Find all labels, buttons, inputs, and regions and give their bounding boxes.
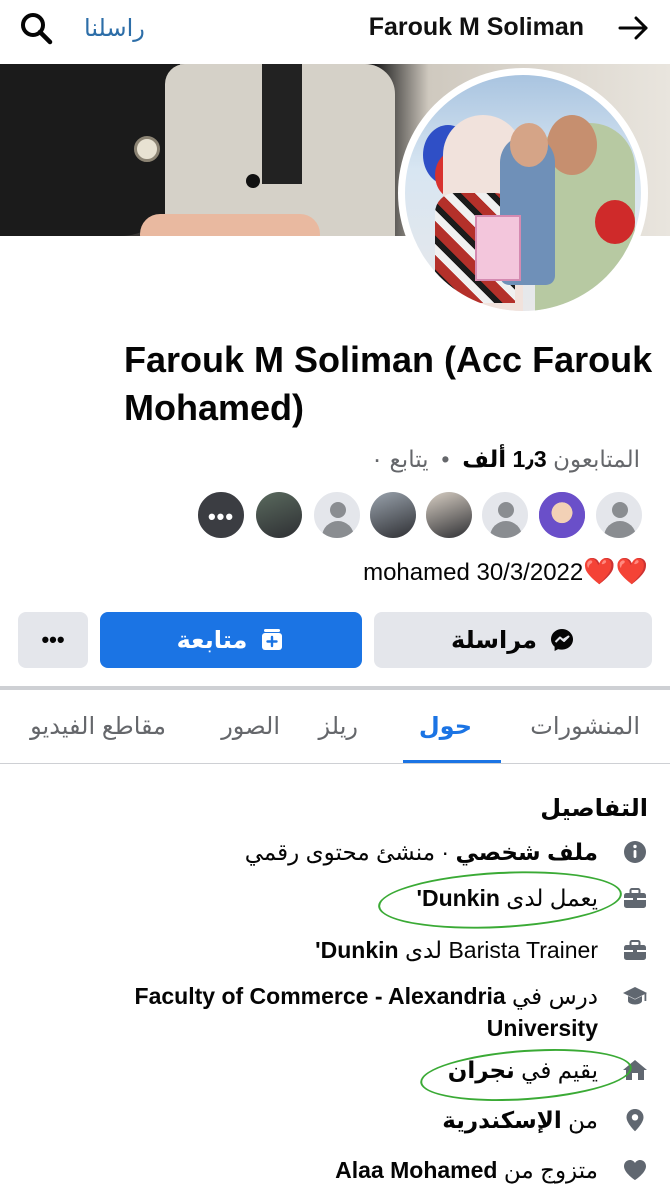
tabs-divider <box>0 763 670 764</box>
detail-row-text: يعمل لدى <box>499 885 598 911</box>
detail-row-text: متزوج من <box>497 1157 598 1183</box>
briefcase-icon <box>624 940 646 960</box>
detail-row-text: درس في <box>505 983 598 1009</box>
detail-row-strong: نجران <box>447 1057 515 1083</box>
profile-picture[interactable] <box>398 68 648 318</box>
tab-1[interactable]: حول <box>419 712 472 741</box>
graduation-cap-icon <box>623 987 647 1005</box>
more-dots: ••• <box>207 504 235 529</box>
more-followers-avatar[interactable]: ••• <box>196 490 246 540</box>
detail-row-0: ملف شخصي · منشئ محتوى رقمي <box>245 836 598 868</box>
detail-row-strong: ملف شخصي <box>455 839 598 865</box>
search-icon[interactable] <box>18 10 54 46</box>
detail-row-5[interactable]: من الإسكندرية <box>442 1104 598 1136</box>
more-options-button[interactable]: ••• <box>18 612 88 668</box>
bio-text: mohamed 30/3/2022 <box>363 559 584 586</box>
follower-avatar[interactable] <box>254 490 304 540</box>
following-label: يتابع ٠ <box>370 446 429 472</box>
follow-button-label: متابعة <box>176 626 248 654</box>
tab-2[interactable]: ريلز <box>319 712 358 741</box>
detail-row-strong: Dunkin' <box>416 885 500 911</box>
section-divider <box>0 686 670 690</box>
detail-row-4[interactable]: يقيم في نجران <box>448 1054 598 1086</box>
page-title: Farouk M Soliman <box>368 13 584 41</box>
details-title: التفاصيل <box>540 795 648 822</box>
detail-row-2[interactable]: Barista Trainer لدى Dunkin' <box>315 934 598 966</box>
profile-name: Farouk M Soliman (Acc Farouk Mohamed) <box>124 339 653 428</box>
separator-dot: • <box>434 446 456 472</box>
follower-avatar[interactable] <box>594 490 644 540</box>
follower-avatar[interactable] <box>537 490 587 540</box>
detail-row-6[interactable]: متزوج من Alaa Mohamed <box>335 1154 598 1186</box>
message-button-label: مراسلة <box>451 626 537 654</box>
arrow-right-icon[interactable] <box>616 10 652 46</box>
followers-summary[interactable]: المتابعون 1٫3 ألف • يتابع ٠ <box>371 446 640 473</box>
info-icon <box>624 841 646 863</box>
detail-row-strong: الإسكندرية <box>442 1107 562 1133</box>
home-icon <box>623 1060 647 1080</box>
top-bar: راسلنا Farouk M Soliman <box>0 0 670 60</box>
detail-row-text: · منشئ محتوى رقمي <box>244 839 456 865</box>
detail-row-strong: Alaa Mohamed <box>335 1157 498 1183</box>
follow-box-icon <box>262 629 283 650</box>
detail-row-text: Barista Trainer لدى <box>398 937 598 963</box>
location-pin-icon <box>626 1109 644 1132</box>
message-button[interactable]: مراسلة <box>374 612 652 668</box>
heart-icon <box>624 1160 646 1180</box>
tab-0[interactable]: المنشورات <box>530 712 640 741</box>
followers-count: 1٫3 ألف <box>462 446 547 472</box>
follower-avatar[interactable] <box>312 490 362 540</box>
tab-4[interactable]: مقاطع الفيديو <box>30 712 166 741</box>
heart-emoji: ❤️❤️ <box>583 556 648 586</box>
tab-3[interactable]: الصور <box>221 712 280 741</box>
follower-avatar[interactable] <box>480 490 530 540</box>
detail-row-strong: Dunkin' <box>315 937 399 963</box>
detail-row-3[interactable]: درس في Faculty of Commerce - Alexandria … <box>118 980 598 1044</box>
bio: mohamed 30/3/2022❤️❤️ <box>363 556 648 587</box>
briefcase-icon <box>624 888 646 908</box>
follow-button[interactable]: متابعة <box>100 612 362 668</box>
detail-row-1[interactable]: يعمل لدى Dunkin' <box>416 882 598 914</box>
message-link[interactable]: راسلنا <box>84 14 145 43</box>
detail-row-text: يقيم في <box>514 1057 598 1083</box>
follower-avatar[interactable] <box>424 490 474 540</box>
detail-row-text: من <box>561 1107 598 1133</box>
follower-avatar[interactable] <box>368 490 418 540</box>
followers-label: المتابعون <box>553 446 640 472</box>
messenger-icon <box>550 629 573 651</box>
